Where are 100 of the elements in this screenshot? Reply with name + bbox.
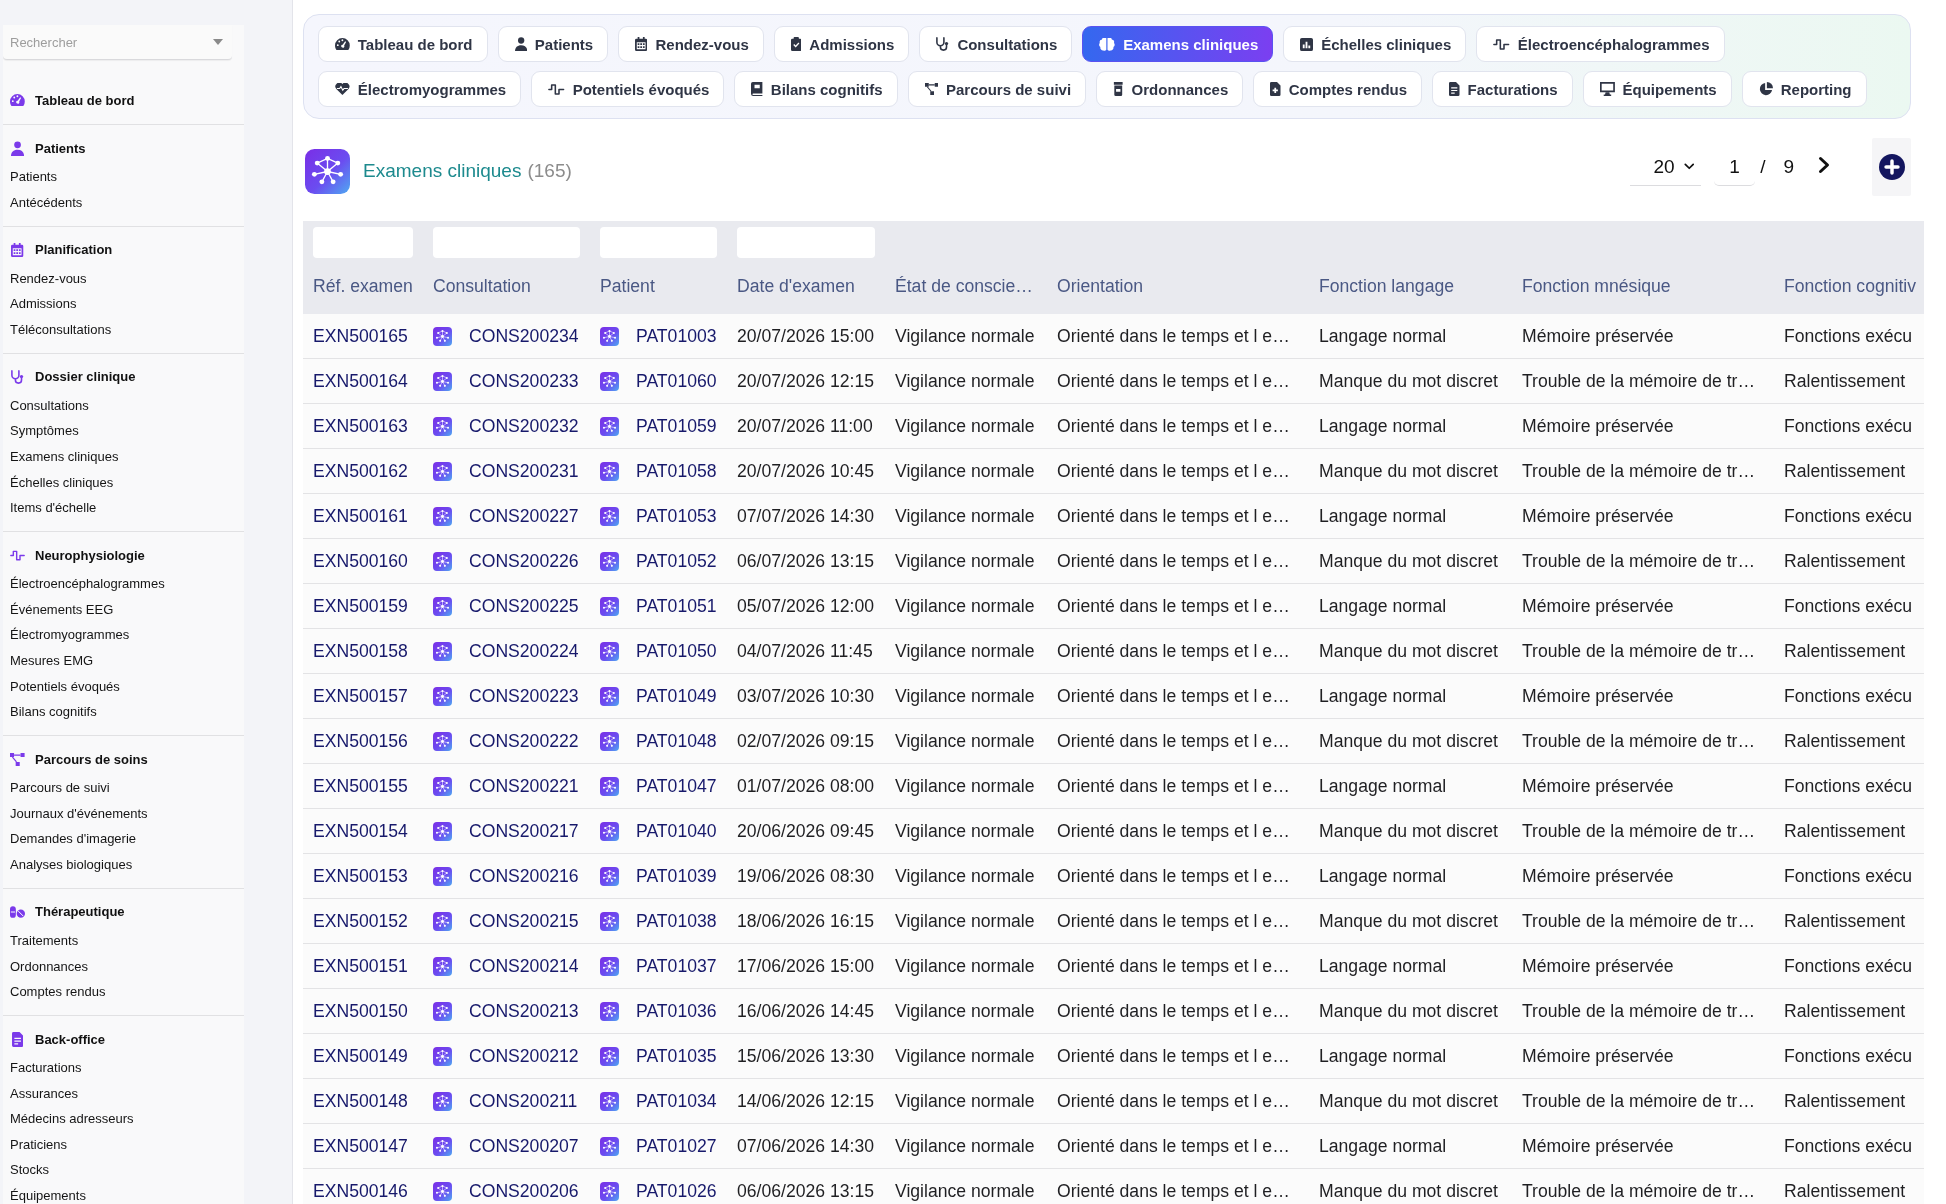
record-link[interactable]: EXN500155 xyxy=(313,775,408,797)
page-size-select[interactable]: 20 xyxy=(1629,148,1702,186)
record-link[interactable]: PAT01060 xyxy=(636,370,717,392)
sidebar-item[interactable]: Électromyogrammes xyxy=(10,627,130,644)
record-link[interactable]: EXN500165 xyxy=(313,325,408,347)
record-link[interactable]: EXN500163 xyxy=(313,415,408,437)
sidebar-item[interactable]: Comptes rendus xyxy=(10,984,106,1001)
record-link[interactable]: EXN500160 xyxy=(313,550,408,572)
sidebar-item[interactable]: Événements EEG xyxy=(10,601,114,618)
record-link[interactable]: EXN500149 xyxy=(313,1045,408,1067)
record-link[interactable]: PAT01040 xyxy=(636,820,717,842)
record-link[interactable]: EXN500164 xyxy=(313,370,408,392)
record-link[interactable]: PAT01059 xyxy=(636,415,717,437)
section-heading[interactable]: Thérapeutique xyxy=(10,899,125,924)
record-link[interactable]: CONS200212 xyxy=(469,1045,579,1067)
record-link[interactable]: EXN500156 xyxy=(313,730,408,752)
record-link[interactable]: EXN500157 xyxy=(313,685,408,707)
record-link[interactable]: CONS200206 xyxy=(469,1180,579,1202)
record-link[interactable]: PAT01050 xyxy=(636,640,717,662)
tab[interactable]: Électromyogrammes xyxy=(318,71,522,107)
sidebar-item[interactable]: Traitements xyxy=(10,932,79,949)
tab[interactable]: Électroencéphalogrammes xyxy=(1476,26,1725,62)
record-link[interactable]: EXN500162 xyxy=(313,460,408,482)
sidebar-item[interactable]: Ordonnances xyxy=(10,958,89,975)
tab[interactable]: Équipements xyxy=(1582,71,1732,107)
record-link[interactable]: PAT01026 xyxy=(636,1180,717,1202)
record-link[interactable]: EXN500159 xyxy=(313,595,408,617)
tab[interactable]: Parcours de suivi xyxy=(907,71,1087,107)
tab[interactable]: Patients xyxy=(497,26,609,62)
add-button[interactable] xyxy=(1872,138,1911,196)
tab[interactable]: Reporting xyxy=(1741,71,1867,107)
section-heading[interactable]: Dossier clinique xyxy=(10,364,136,389)
section-heading[interactable]: Parcours de soins xyxy=(10,747,148,772)
section-heading[interactable]: Back-office xyxy=(10,1027,106,1052)
tab[interactable]: Admissions xyxy=(773,26,910,62)
tab[interactable]: Tableau de bord xyxy=(318,26,488,62)
record-link[interactable]: EXN500147 xyxy=(313,1135,408,1157)
record-link[interactable]: CONS200226 xyxy=(469,550,579,572)
sidebar-item[interactable]: Bilans cognitifs xyxy=(10,704,97,721)
record-link[interactable]: CONS200222 xyxy=(469,730,579,752)
sidebar-item[interactable]: Facturations xyxy=(10,1060,82,1077)
record-link[interactable]: CONS200223 xyxy=(469,685,579,707)
sidebar-item[interactable]: Demandes d'imagerie xyxy=(10,831,137,848)
record-link[interactable]: PAT01049 xyxy=(636,685,717,707)
sidebar-item[interactable]: Items d'échelle xyxy=(10,500,97,517)
sidebar-item[interactable]: Analyses biologiques xyxy=(10,856,133,873)
record-link[interactable]: EXN500153 xyxy=(313,865,408,887)
record-link[interactable]: PAT01034 xyxy=(636,1090,717,1112)
record-link[interactable]: CONS200211 xyxy=(469,1090,578,1112)
record-link[interactable]: CONS200207 xyxy=(469,1135,579,1157)
sidebar-item[interactable]: Antécédents xyxy=(10,194,83,211)
tab[interactable]: Examens cliniques xyxy=(1082,26,1274,62)
record-link[interactable]: EXN500148 xyxy=(313,1090,408,1112)
sidebar-item[interactable]: Stocks xyxy=(10,1162,49,1179)
sidebar-item[interactable]: Rendez-vous xyxy=(10,270,87,287)
record-link[interactable]: PAT01036 xyxy=(636,1000,717,1022)
record-link[interactable]: CONS200221 xyxy=(469,775,579,797)
record-link[interactable]: PAT01003 xyxy=(636,325,717,347)
record-link[interactable]: PAT01037 xyxy=(636,955,717,977)
sidebar-item[interactable]: Admissions xyxy=(10,296,77,313)
record-link[interactable]: EXN500154 xyxy=(313,820,408,842)
record-link[interactable]: CONS200227 xyxy=(469,505,579,527)
section-heading[interactable]: Patients xyxy=(10,136,86,160)
record-link[interactable]: CONS200225 xyxy=(469,595,579,617)
sidebar-item[interactable]: Potentiels évoqués xyxy=(10,678,120,695)
sidebar-item[interactable]: Parcours de suivi xyxy=(10,780,110,797)
record-link[interactable]: PAT01035 xyxy=(636,1045,717,1067)
record-link[interactable]: CONS200231 xyxy=(469,460,579,482)
section-heading[interactable]: Tableau de bord xyxy=(10,88,135,112)
sidebar-item[interactable]: Téléconsultations xyxy=(10,321,112,338)
record-link[interactable]: CONS200216 xyxy=(469,865,579,887)
record-link[interactable]: CONS200213 xyxy=(469,1000,579,1022)
record-link[interactable]: PAT01058 xyxy=(636,460,717,482)
sidebar-item[interactable]: Mesures EMG xyxy=(10,652,94,669)
record-link[interactable]: EXN500161 xyxy=(313,505,408,527)
record-link[interactable]: CONS200232 xyxy=(469,415,579,437)
record-link[interactable]: PAT01053 xyxy=(636,505,717,527)
sidebar-item[interactable]: Praticiens xyxy=(10,1136,68,1153)
record-link[interactable]: CONS200233 xyxy=(469,370,579,392)
sidebar-item[interactable]: Équipements xyxy=(10,1188,86,1204)
tab[interactable]: Ordonnances xyxy=(1096,71,1244,107)
sidebar-item[interactable]: Examens cliniques xyxy=(10,448,119,465)
sidebar-item[interactable]: Assurances xyxy=(10,1085,78,1102)
tab[interactable]: Potentiels évoqués xyxy=(531,71,725,107)
tab[interactable]: Échelles cliniques xyxy=(1283,26,1467,62)
record-link[interactable]: EXN500150 xyxy=(313,1000,408,1022)
record-link[interactable]: CONS200217 xyxy=(469,820,579,842)
sidebar-item[interactable]: Symptômes xyxy=(10,423,79,440)
sidebar-item[interactable]: Patients xyxy=(10,169,57,185)
record-link[interactable]: EXN500146 xyxy=(313,1180,408,1202)
search-field[interactable]: Rechercher xyxy=(3,25,232,60)
sidebar-item[interactable]: Consultations xyxy=(10,397,89,414)
section-heading[interactable]: Neurophysiologie xyxy=(10,543,145,568)
page-input[interactable]: 1 xyxy=(1714,148,1756,186)
record-link[interactable]: PAT01052 xyxy=(636,550,717,572)
tab[interactable]: Consultations xyxy=(919,26,1073,62)
tab[interactable]: Bilans cognitifs xyxy=(734,71,898,107)
record-link[interactable]: EXN500151 xyxy=(313,955,408,977)
record-link[interactable]: PAT01027 xyxy=(636,1135,717,1157)
record-link[interactable]: PAT01051 xyxy=(636,595,717,617)
